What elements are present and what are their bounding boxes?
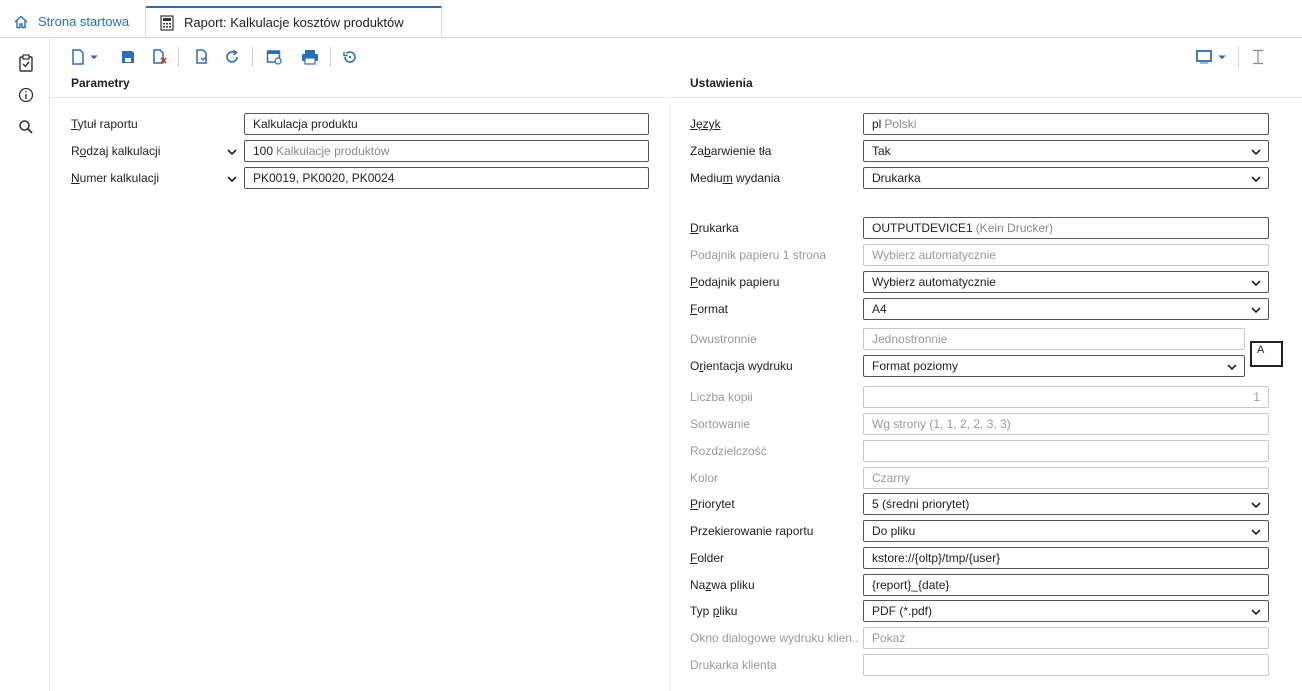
calculator-icon [158,14,176,32]
report-redirect-select[interactable]: Do pliku [863,520,1269,542]
calculation-kind-chevron-icon[interactable] [226,146,238,158]
print-icon[interactable] [300,47,320,67]
history-icon[interactable] [340,47,360,67]
home-icon [12,13,30,31]
calculation-number-input[interactable]: PK0019, PK0020, PK0024 [244,167,649,189]
section-title-parameters: Parametry [71,76,130,90]
section-divider [50,97,670,98]
section-title-settings: Ustawienia [690,76,753,90]
calculation-kind-input[interactable]: 100 Kalkulacje produktów [244,140,649,162]
text-height-icon[interactable] [1248,47,1268,67]
copies-label: Liczba kopii [690,390,753,404]
format-label: Format [690,302,729,316]
chevron-down-icon [1227,364,1237,371]
copy-document-icon[interactable] [192,47,212,67]
folder-label: Folder [690,551,725,565]
layout-dropdown-chevron-icon[interactable] [1216,47,1228,67]
chevron-down-icon [1251,307,1261,314]
folder-input[interactable]: kstore://{oltp}/tmp/{user} [863,547,1269,569]
toolbar-separator [178,47,179,67]
copies-input: 1 [863,386,1269,408]
duplex-label: Dwustronnie [690,332,757,346]
annotation-box-a: A [1250,341,1283,367]
language-label: Język [690,117,721,131]
resolution-label: Rozdzielczość [690,444,767,458]
file-type-label: Typ pliku [690,604,738,618]
tab-report-label: Raport: Kalkulacje kosztów produktów [184,15,404,30]
schedule-window-icon[interactable] [264,47,284,67]
info-icon[interactable] [16,85,36,105]
save-icon[interactable] [118,47,138,67]
layout-window-icon[interactable] [1194,47,1214,67]
section-divider [671,97,1302,98]
color-label: Kolor [690,471,719,485]
refresh-icon[interactable] [222,47,242,67]
chevron-down-icon [1251,529,1261,536]
file-name-input[interactable]: {report}_{date} [863,574,1269,596]
client-print-dialog-label: Okno dialogowe wydruku klien... [690,631,860,645]
tab-bar: Strona startowa Raport: Kalkulacje koszt… [0,6,1302,38]
toolbar-separator [252,47,253,67]
new-dropdown-chevron-icon[interactable] [88,47,100,67]
sorting-label: Sortowanie [690,417,751,431]
language-input[interactable]: pl Polski [863,113,1269,135]
calculation-number-chevron-icon[interactable] [226,173,238,185]
toolbar [50,39,1302,75]
report-title-input[interactable]: Kalkulacja produktu [244,113,649,135]
tab-report[interactable]: Raport: Kalkulacje kosztów produktów [146,6,442,37]
tab-home-label: Strona startowa [38,14,130,29]
report-redirect-label: Przekierowanie raportu [690,524,814,538]
calculation-kind-label: Rodzaj kalkulacji [71,144,161,158]
paper-tray-label: Podajnik papieru [690,275,780,289]
tab-home[interactable]: Strona startowa [0,6,146,37]
printer-label: Drukarka [690,221,739,235]
file-name-label: Nazwa pliku [690,578,755,592]
search-icon[interactable] [16,117,36,137]
priority-select[interactable]: 5 (średni priorytet) [863,493,1269,515]
client-printer-label: Drukarka klienta [690,658,777,672]
paper-tray-first-page-label: Podajnik papieru 1 strona [690,248,827,262]
client-print-dialog-input: Pokaż [863,627,1269,649]
left-rail [0,39,50,691]
output-medium-select[interactable]: Drukarka [863,167,1269,189]
chevron-down-icon [1251,502,1261,509]
duplex-input: Jednostronnie [863,328,1245,350]
clipboard-check-icon[interactable] [16,53,36,73]
toolbar-separator [330,47,331,67]
chevron-down-icon [1251,149,1261,156]
client-printer-input [863,654,1269,676]
background-color-label: Zabarwienie tła [690,144,772,158]
background-color-select[interactable]: Tak [863,140,1269,162]
chevron-down-icon [1251,176,1261,183]
chevron-down-icon [1251,280,1261,287]
print-orientation-label: Orientacja wydruku [690,359,793,373]
paper-tray-first-page-input: Wybierz automatycznie [863,244,1269,266]
color-input: Czarny [863,467,1269,489]
priority-label: Priorytet [690,497,735,511]
paper-tray-select[interactable]: Wybierz automatycznie [863,271,1269,293]
column-splitter [670,98,671,691]
new-document-icon[interactable] [68,47,88,67]
print-orientation-select[interactable]: Format poziomy [863,355,1245,377]
chevron-down-icon [1251,609,1261,616]
report-title-label: Tytuł raportu [71,117,138,131]
format-select[interactable]: A4 [863,298,1269,320]
toolbar-separator [1238,47,1239,67]
delete-document-icon[interactable] [150,47,170,67]
calculation-number-label: Numer kalkulacji [71,171,160,185]
output-medium-label: Medium wydania [690,171,781,185]
sorting-input: Wg strony (1, 1, 2, 2, 3, 3) [863,413,1269,435]
printer-input[interactable]: OUTPUTDEVICE1 (Kein Drucker) [863,217,1269,239]
resolution-input [863,440,1269,462]
file-type-select[interactable]: PDF (*.pdf) [863,600,1269,622]
